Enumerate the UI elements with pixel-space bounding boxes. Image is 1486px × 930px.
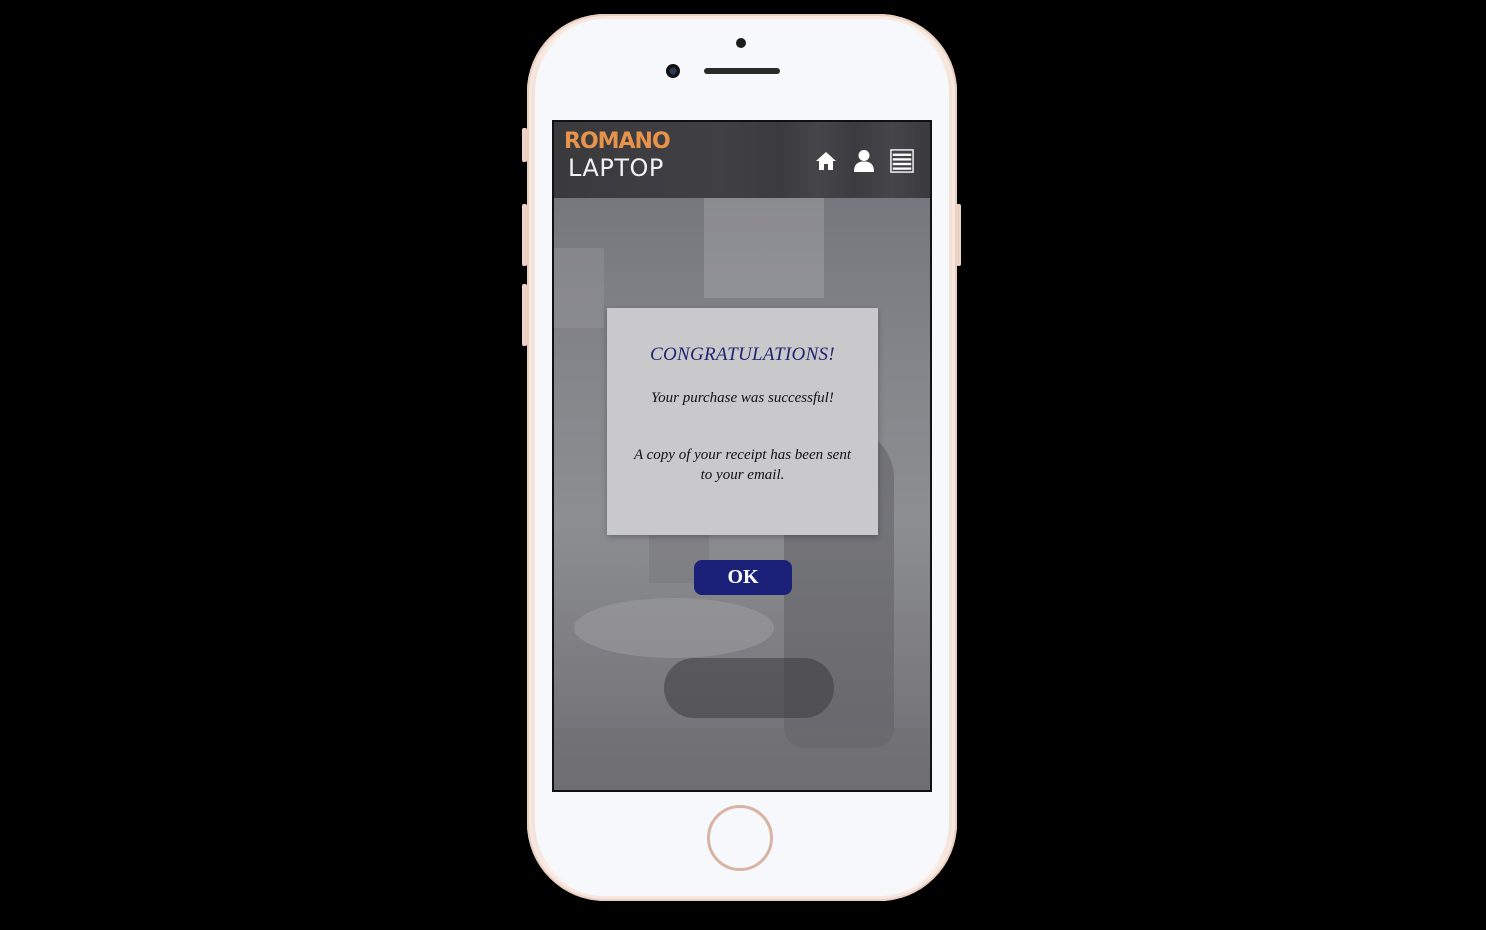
- app-screen: ROMANO LAPTOP CONGRATULATIONS! Your purc…: [552, 120, 932, 792]
- logo-romano: ROMANO: [564, 129, 671, 154]
- phone-volume-down: [522, 284, 527, 346]
- earpiece-speaker: [704, 68, 780, 74]
- logo-laptop: LAPTOP: [568, 154, 664, 182]
- bg-wall-panel: [554, 248, 604, 328]
- phone-mute-switch: [522, 128, 527, 162]
- bg-table: [574, 598, 774, 658]
- modal-receipt-note: A copy of your receipt has been sent to …: [633, 447, 852, 483]
- modal-title: CONGRATULATIONS!: [650, 344, 835, 365]
- user-icon[interactable]: [852, 149, 876, 173]
- modal-message: Your purchase was successful!: [651, 390, 834, 406]
- phone-power-button: [956, 204, 961, 266]
- app-header: ROMANO LAPTOP: [554, 122, 930, 198]
- home-icon[interactable]: [814, 149, 838, 173]
- ok-button[interactable]: OK: [694, 560, 792, 595]
- home-button[interactable]: [707, 805, 773, 871]
- success-modal: CONGRATULATIONS! Your purchase was succe…: [607, 308, 878, 535]
- phone-volume-up: [522, 204, 527, 266]
- proximity-sensor: [736, 38, 746, 48]
- stage: ROMANO LAPTOP CONGRATULATIONS! Your purc…: [0, 0, 1486, 930]
- menu-icon[interactable]: [890, 149, 914, 173]
- bg-window-light: [704, 198, 824, 298]
- brand-logo[interactable]: ROMANO LAPTOP: [564, 129, 671, 183]
- bg-floor: [554, 728, 930, 790]
- bg-legs: [664, 658, 834, 718]
- front-camera: [666, 64, 680, 78]
- header-nav: [814, 148, 914, 174]
